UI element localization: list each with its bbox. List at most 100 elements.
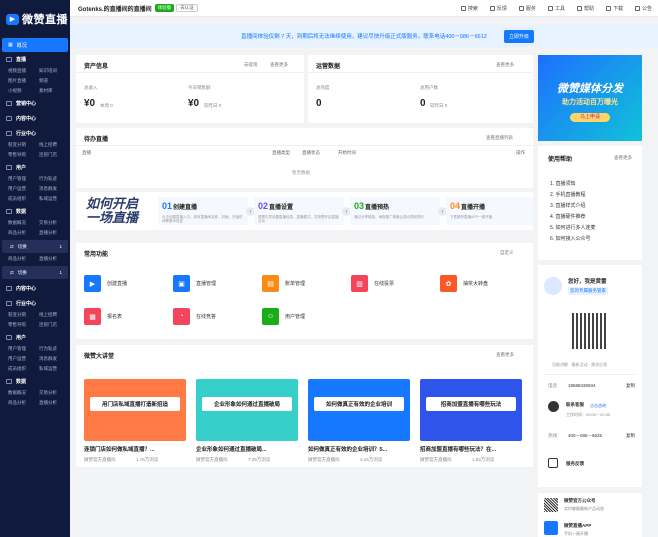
course-thumbnail[interactable]: 招商加盟直播有哪些玩法 [420,379,522,441]
sidebar-item-overview[interactable]: ▦ 概况 [2,38,68,52]
sidebar-item[interactable]: 线上招聘 [39,141,70,148]
help-item[interactable]: 3. 直播样式介绍 [550,202,586,209]
sidebar-item[interactable]: 成员组织 [8,365,39,372]
sidebar-item[interactable]: 小视频 [8,87,39,94]
sidebar-switch-2[interactable]: ⇄ 切换 1 [2,266,68,279]
function-folder[interactable]: ▣ 直播管理 [173,275,216,292]
course-thumbnail[interactable]: 企业形象如何通过直播破局 [196,379,298,441]
help-item[interactable]: 6. 如何接入公众号 [550,235,591,242]
top-nav-3[interactable]: 工具 [547,5,565,12]
sidebar-item[interactable]: 直播分析 [39,229,70,236]
withdraw-link[interactable]: 去提现 [244,62,258,68]
upgrade-button[interactable]: 立即升级 [503,29,534,43]
sidebar-item[interactable]: 用户管理 [8,345,39,352]
brand-logo[interactable]: ▶ 微赞直播 [0,0,70,38]
sidebar-item[interactable]: 商品分析 [8,255,39,262]
ops-more-link[interactable]: 查看更多 [496,62,514,68]
sidebar-item[interactable]: 商品分析 [8,399,39,406]
sidebar-section-header[interactable]: 行业中心 [0,296,70,311]
sidebar-item[interactable]: 直播分析 [39,255,70,262]
sidebar-section-title: 营销中心 [16,101,37,107]
sidebar-item[interactable]: 裂变分销 [8,311,39,318]
help-more-link[interactable]: 查看更多 [614,155,632,161]
ad-cta[interactable]: 马上申请 [570,113,610,122]
sidebar-item[interactable]: 商品分析 [8,229,39,236]
sidebar-item[interactable]: 直播分析 [39,399,70,406]
function-vote[interactable]: ▥ 在线投票 [351,275,394,292]
course-title[interactable]: 招商加盟直播有哪些玩法？在... [420,445,524,453]
help-item[interactable]: 2. 手机直播教程 [550,191,586,198]
online-service-link[interactable]: 点击咨询 [590,403,606,409]
sidebar-item[interactable]: 视频直播 [8,67,39,74]
qr-caption: 功能讲解 · 最新活动 · 需求反馈 [552,362,608,367]
sidebar-item[interactable]: 裂变分销 [8,141,39,148]
sidebar-item[interactable]: 素材库 [39,87,70,94]
sidebar-section-header[interactable]: 内容中心 [0,111,70,126]
function-form[interactable]: ▦ 报名表 [84,308,122,325]
sidebar-item[interactable]: 交易分析 [39,219,70,226]
sidebar-item[interactable]: 私域运营 [39,195,70,202]
sidebar-item[interactable]: 行为轨迹 [39,345,70,352]
sidebar-section-header[interactable]: 数据 [0,374,70,389]
assets-more-link[interactable]: 查看更多 [270,62,288,68]
copy-hotline-button[interactable]: 复制 [626,433,635,439]
feedback-button[interactable]: 服务反馈 [566,461,584,467]
sidebar-item[interactable]: 用户运营 [8,355,39,362]
logo-icon: ▶ [6,13,19,25]
sidebar-item[interactable]: 数据概况 [8,389,39,396]
sidebar-item[interactable]: 交易分析 [39,389,70,396]
course-title[interactable]: 企业形象如何通过直播破局... [196,445,300,453]
sidebar-item[interactable]: 频道 [39,77,70,84]
course-title[interactable]: 如何做真正有效的企业培训？5... [308,445,412,453]
sidebar-item[interactable]: 成员组织 [8,195,39,202]
sidebar-section-header[interactable]: 用户 [0,160,70,175]
sidebar-section-header[interactable]: 行业中心 [0,126,70,141]
sidebar-section-header[interactable]: 营销中心 [0,96,70,111]
pending-more-link[interactable]: 查看直播列表 [486,135,513,141]
sidebar-item[interactable]: 用户运营 [8,185,39,192]
sidebar-item[interactable]: 连锁门店 [39,321,70,328]
help-item[interactable]: 5. 如何进行多人连麦 [550,224,596,231]
customize-link[interactable]: 自定义 [500,250,514,256]
sidebar-item[interactable]: 消息群发 [39,185,70,192]
function-wheel[interactable]: ✿ 抽奖大转盘 [440,275,488,292]
sidebar-item[interactable]: 图片直播 [8,77,39,84]
sidebar-switch[interactable]: ⇄ 切换 1 [2,240,68,253]
top-nav-2[interactable]: 服务 [518,5,536,12]
copy-phone-button[interactable]: 复制 [626,383,635,389]
certify-button[interactable]: 去认证 [176,4,198,12]
sidebar-item[interactable]: 零售导购 [8,321,39,328]
sidebar-item[interactable]: 消息群发 [39,355,70,362]
top-nav-4[interactable]: 帮助 [576,5,594,12]
sidebar-item[interactable]: 私域运营 [39,365,70,372]
top-nav-1[interactable]: 反馈 [489,5,507,12]
classroom-more-link[interactable]: 查看更多 [496,352,514,358]
sidebar-item[interactable]: 数据概况 [8,219,39,226]
sidebar-section-header[interactable]: 数据 [0,204,70,219]
sidebar-item[interactable]: 用户管理 [8,175,39,182]
sidebar-item[interactable]: 行为轨迹 [39,175,70,182]
function-video[interactable]: ▶ 创建直播 [84,275,127,292]
sidebar-item[interactable]: 知识培训 [39,67,70,74]
top-nav-6[interactable]: 公告 [634,5,652,12]
course-thumbnail[interactable]: 如何做真正有效的企业培训 [308,379,410,441]
help-item[interactable]: 1. 直播须知 [550,180,576,187]
sidebar-item[interactable]: 连锁门店 [39,151,70,158]
ops-title: 运营数据 [316,64,341,70]
sidebar-section-header[interactable]: 内容中心 [0,281,70,296]
function-bill[interactable]: ▤ 账单管理 [262,275,305,292]
top-nav-5[interactable]: 下载 [605,5,623,12]
course-title[interactable]: 连锁门店如何做私域直播？... [84,445,188,453]
follow-card: 微赞官方公众号 实时掌握最新产品动态 微赞直播APP 手机一键开播 [538,493,642,537]
sidebar-item[interactable]: 零售导购 [8,151,39,158]
sidebar-section-header[interactable]: 直播 [0,52,70,67]
function-user[interactable]: ☺ 用户管理 [262,308,305,325]
media-ad[interactable]: 微赞媒体分发 助力活动百万曝光 马上申请 [538,55,642,141]
sidebar-item[interactable]: 线上招聘 [39,311,70,318]
course-thumbnail[interactable]: 用门店私域直播打造新招追 [84,379,186,441]
function-quiz[interactable]: ◔ 在线竞答 [173,308,216,325]
help-item[interactable]: 4. 直播硬件推荐 [550,213,586,220]
sidebar-section-header[interactable]: 用户 [0,330,70,345]
follow-title-2: 微赞直播APP [564,523,592,528]
top-nav-0[interactable]: 搜索 [460,5,478,12]
